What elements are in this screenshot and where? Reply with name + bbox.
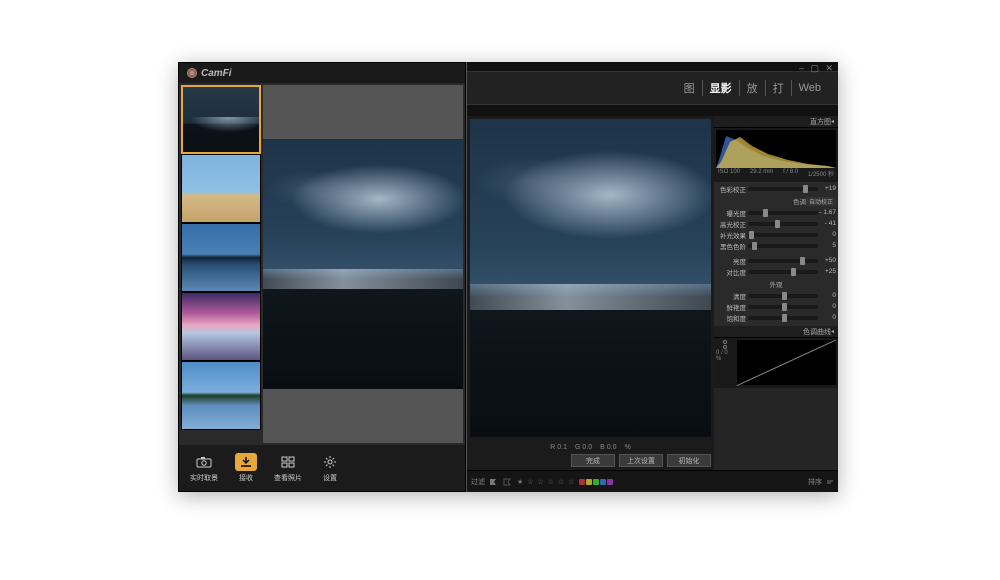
histogram-panel: ISO 100 29.2 mm f / 8.0 1/2500 秒 <box>714 128 838 182</box>
rgb-r: R 0.1 <box>550 444 567 451</box>
histo-iso: ISO 100 <box>718 169 740 178</box>
rgb-g: G 0.0 <box>575 444 592 451</box>
liveview-button[interactable]: 实时取景 <box>185 453 223 483</box>
editor-panel: – ▢ ✕ 图 显影 放 打 Web R 0.1 G 0.0 B 0.0 % <box>466 62 838 492</box>
histo-shutter: 1/2500 秒 <box>808 169 834 178</box>
previous-button[interactable]: 上次设置 <box>619 454 663 467</box>
thumbnail-5[interactable] <box>181 361 261 430</box>
develop-sidebar: 直方图 ISO 100 29.2 mm f / 8.0 1/2500 秒 <box>714 116 838 470</box>
camfi-title-text: CamFi <box>201 68 232 79</box>
thumbnail-strip <box>179 83 263 445</box>
rgb-b: B 0.0 <box>600 444 616 451</box>
liveview-label: 实时取景 <box>190 473 218 483</box>
slider-vibrance[interactable]: 鲜艳度 0 <box>716 301 836 312</box>
histo-aperture: f / 8.0 <box>783 169 798 178</box>
histo-focal: 29.2 mm <box>750 169 773 178</box>
basic-panel: 色彩校正 +19 色调 自动校正 曝光度 - 1.67 <box>714 182 838 326</box>
camfi-titlebar: CamFi <box>179 63 465 83</box>
camfi-preview <box>263 85 463 443</box>
tab-slideshow[interactable]: 放 <box>740 80 766 96</box>
slider-saturation[interactable]: 饱和度 0 <box>716 312 836 323</box>
download-icon <box>235 453 257 471</box>
presence-heading: 外观 <box>770 279 783 289</box>
browse-label: 查看照片 <box>274 473 302 483</box>
camera-icon <box>193 453 215 471</box>
slider-clarity[interactable]: 清度 0 <box>716 290 836 301</box>
browse-button[interactable]: 查看照片 <box>269 453 307 483</box>
slider-wb[interactable]: 色彩校正 +19 <box>716 183 836 194</box>
settings-button[interactable]: 设置 <box>311 453 349 483</box>
camfi-footer: 实时取景 接收 查看照片 设置 <box>179 445 465 491</box>
thumbnail-4[interactable] <box>181 292 261 361</box>
gear-icon <box>319 453 341 471</box>
curve-controls[interactable]: 0 / 0 % <box>716 340 734 386</box>
slider-highlights[interactable]: 高光校正 - 41 <box>716 218 836 229</box>
filter-label[interactable]: 过滤 <box>471 477 485 487</box>
camfi-preview-image <box>263 139 463 389</box>
grid-icon <box>277 453 299 471</box>
flag-icon[interactable] <box>489 478 499 486</box>
thumbnail-1[interactable] <box>181 85 261 154</box>
panel-curve-header[interactable]: 色调曲线 <box>714 326 838 338</box>
color-labels[interactable] <box>579 479 613 485</box>
auto-button[interactable]: 自动校正 <box>806 197 836 206</box>
slider-brightness[interactable]: 亮度 +50 <box>716 255 836 266</box>
reset-button[interactable]: 初始化 <box>667 454 711 467</box>
sort-icon[interactable] <box>826 478 834 486</box>
editor-filmstrip: 过滤 ★ ☆ ☆ ☆ ☆ ☆ 排序 <box>467 470 838 492</box>
editor-canvas-area: R 0.1 G 0.0 B 0.0 % 完成 上次设置 初始化 <box>467 116 714 470</box>
slider-contrast[interactable]: 对比度 +25 <box>716 266 836 277</box>
window-controls[interactable]: – ▢ ✕ <box>799 63 835 74</box>
slider-blacks[interactable]: 黑色色阶 5 <box>716 240 836 251</box>
curve-plot[interactable] <box>736 340 836 386</box>
settings-label: 设置 <box>323 473 337 483</box>
curve-panel: 0 / 0 % <box>714 338 838 388</box>
histogram-plot <box>716 130 836 168</box>
tab-print[interactable]: 打 <box>766 80 792 96</box>
editor-header: 图 显影 放 打 Web <box>467 62 838 116</box>
tab-web[interactable]: Web <box>792 82 828 94</box>
rgb-pct: % <box>624 444 630 451</box>
tone-heading: 色调 <box>793 196 806 206</box>
camfi-logo-icon <box>187 68 197 78</box>
editor-image[interactable] <box>470 119 711 437</box>
thumbnail-2[interactable] <box>181 154 261 223</box>
thumbnail-3[interactable] <box>181 223 261 292</box>
flag-off-icon[interactable] <box>503 478 513 486</box>
camfi-panel: CamFi 实时取景 <box>178 62 466 492</box>
slider-fill[interactable]: 补光效果 0 <box>716 229 836 240</box>
receive-button[interactable]: 接收 <box>227 453 265 483</box>
sort-label[interactable]: 排序 <box>808 477 822 487</box>
workspace: CamFi 实时取景 <box>178 62 838 492</box>
panel-histogram-header[interactable]: 直方图 <box>714 116 838 128</box>
tab-develop[interactable]: 显影 <box>703 80 740 96</box>
tab-library[interactable]: 图 <box>677 80 703 96</box>
canvas-status: R 0.1 G 0.0 B 0.0 % <box>467 440 714 454</box>
star-filter[interactable]: ★ ☆ ☆ ☆ ☆ ☆ <box>517 478 575 486</box>
receive-label: 接收 <box>239 473 253 483</box>
done-button[interactable]: 完成 <box>571 454 615 467</box>
slider-exposure[interactable]: 曝光度 - 1.67 <box>716 207 836 218</box>
